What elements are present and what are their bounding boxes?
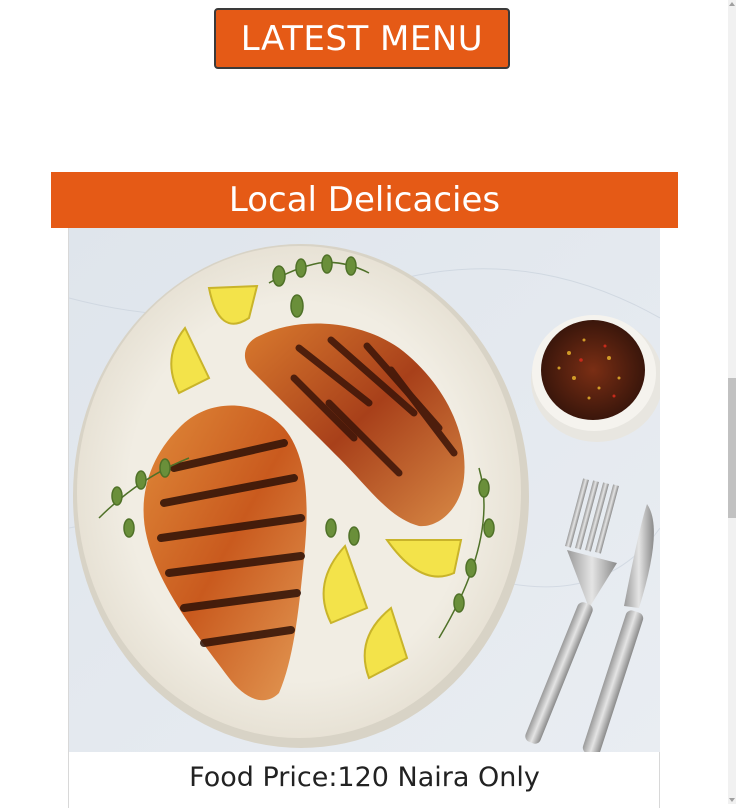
- latest-menu-button[interactable]: LATEST MENU: [214, 8, 510, 69]
- food-price: Food Price:120 Naira Only: [189, 761, 540, 793]
- scroll-down-arrow-icon[interactable]: [729, 798, 735, 802]
- scroll-up-arrow-icon[interactable]: [729, 2, 735, 6]
- scrollbar-thumb[interactable]: [728, 378, 736, 518]
- section-title: Local Delicacies: [51, 172, 678, 228]
- food-card: Food Price:120 Naira Only: [68, 228, 660, 808]
- food-image: [69, 228, 660, 752]
